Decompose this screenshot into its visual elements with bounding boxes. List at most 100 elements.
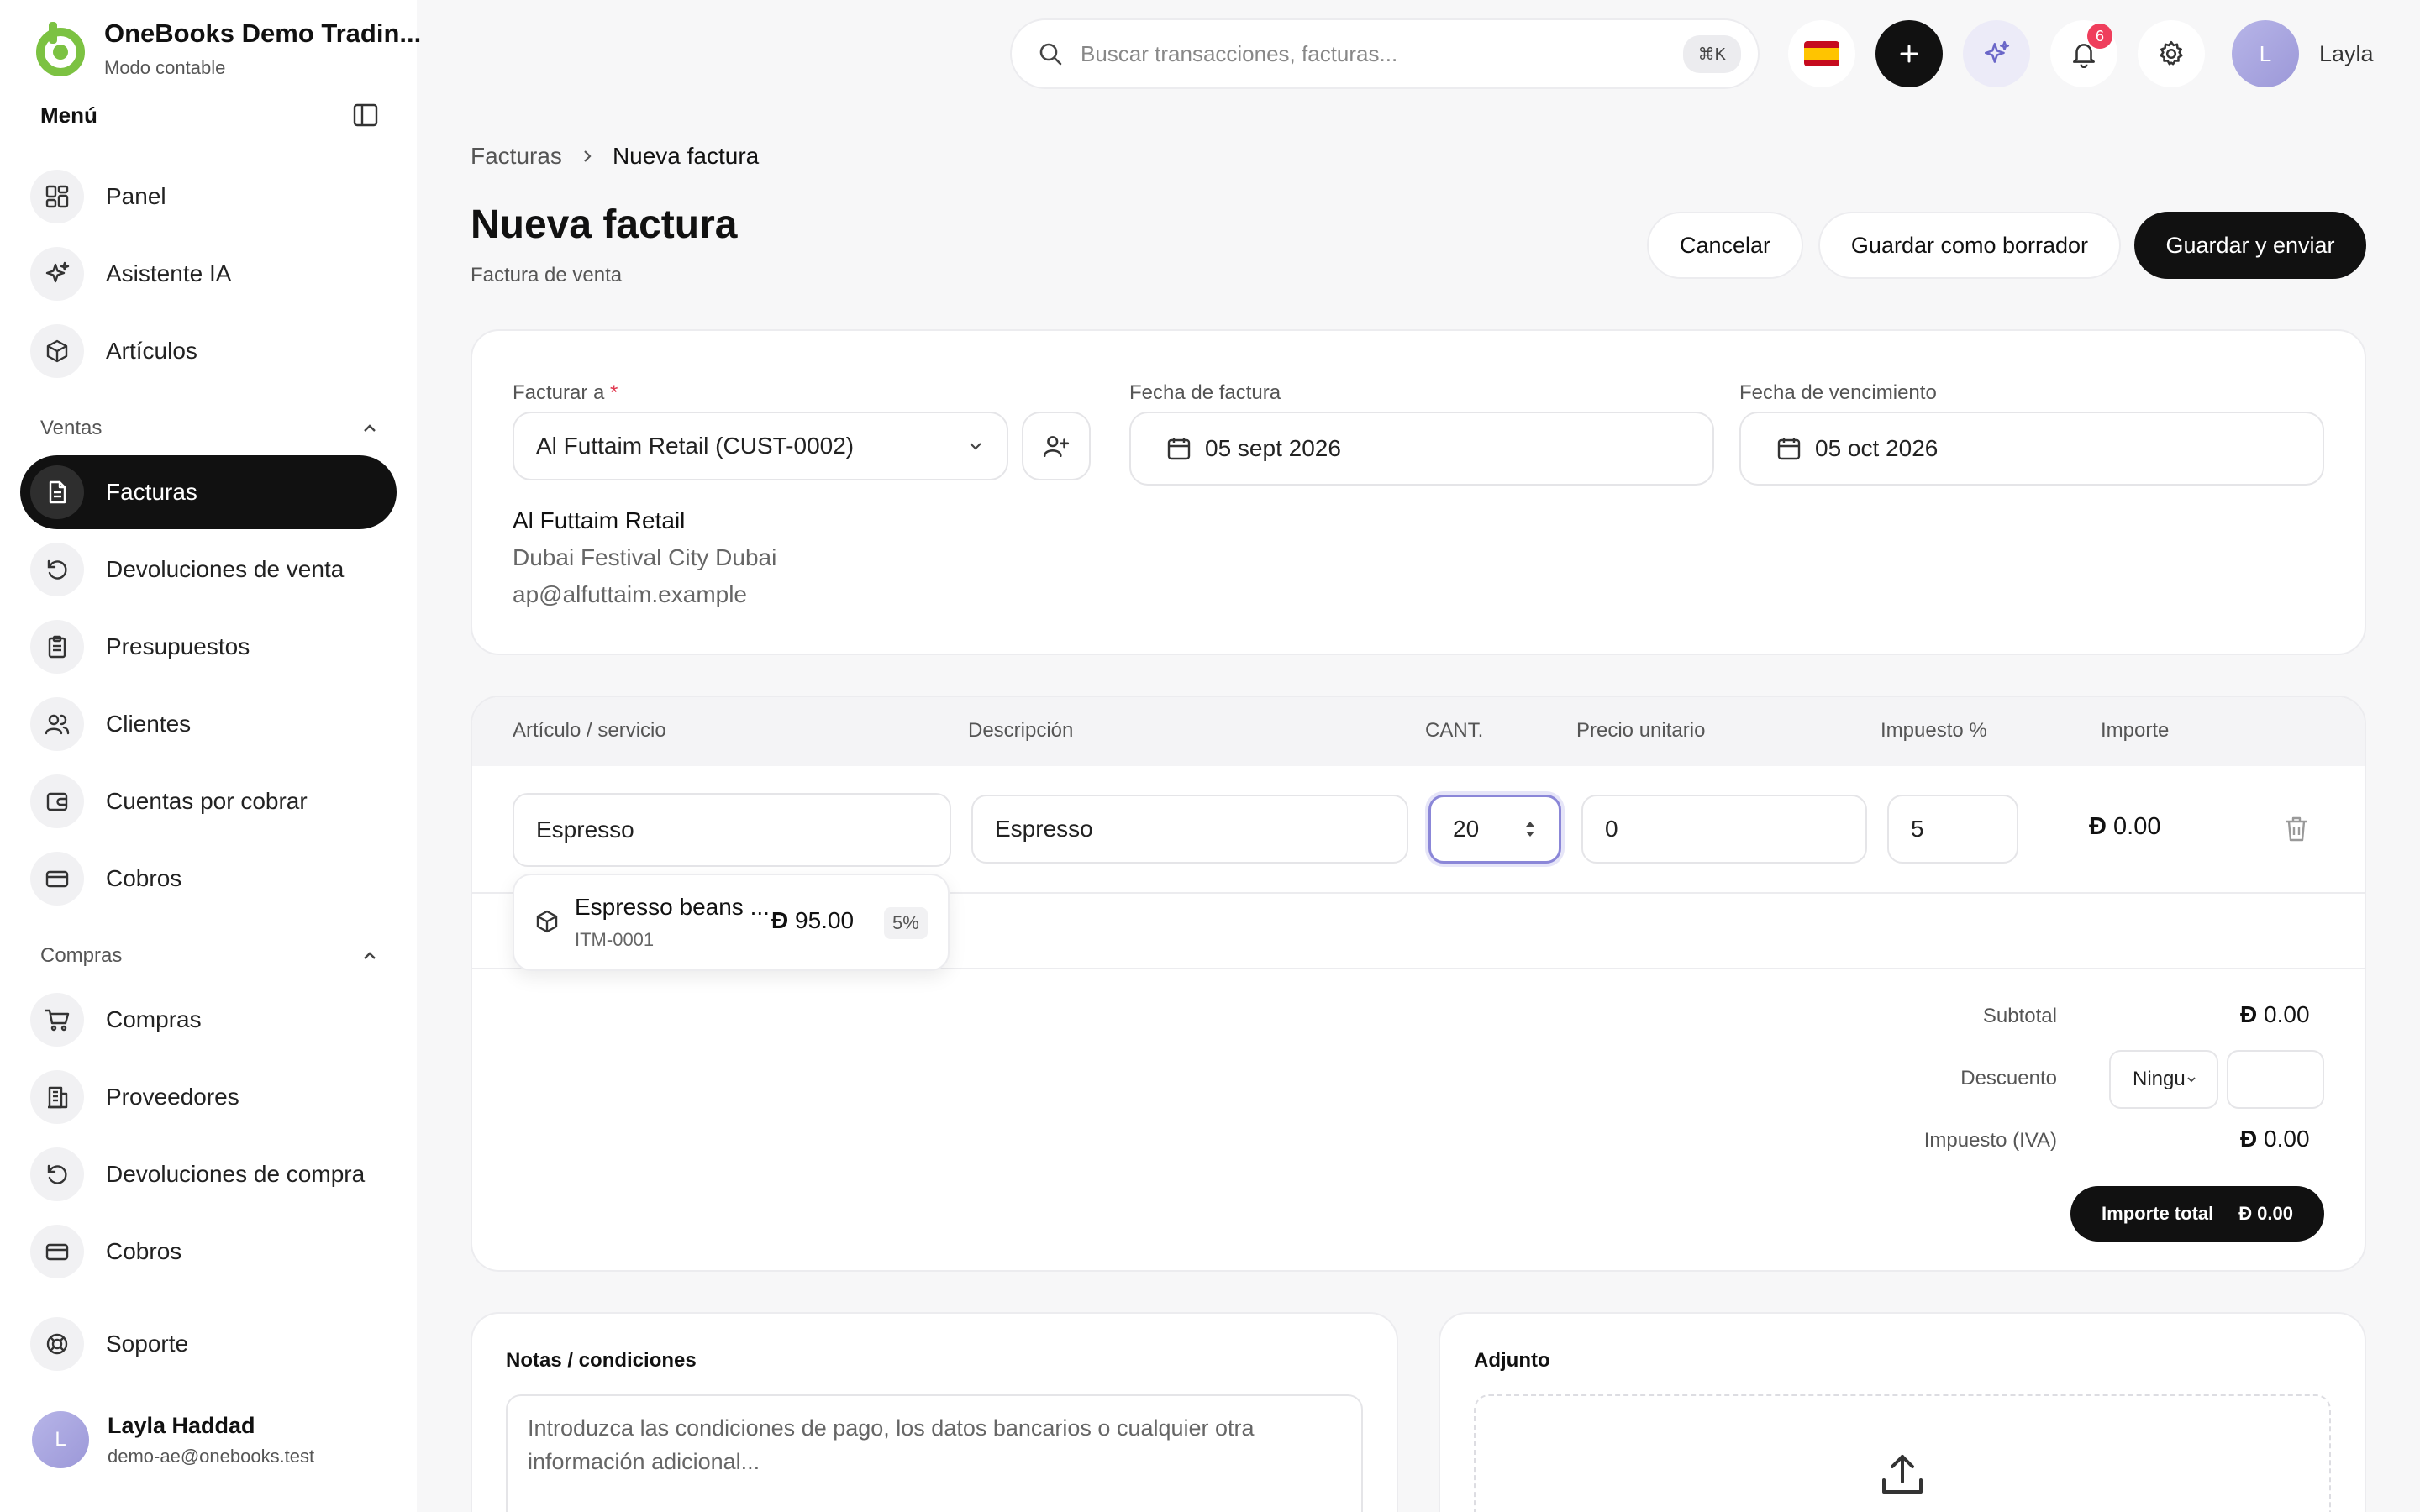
customer-email: ap@alfuttaim.example (513, 581, 748, 607)
customer-select[interactable]: Al Futtaim Retail (CUST-0002) (513, 412, 1008, 480)
trash-icon[interactable] (2284, 815, 2309, 843)
sidebar-item-label: Asistente IA (106, 260, 232, 286)
page-title: Nueva factura (471, 202, 738, 247)
column-header-tax: Impuesto % (1881, 719, 1987, 742)
upload-icon (1882, 1455, 1923, 1494)
topbar-user-name: Layla (2319, 40, 2374, 66)
sidebar-section-compras[interactable]: Compras (40, 944, 122, 968)
search-icon (1039, 43, 1062, 66)
breadcrumb-parent[interactable]: Facturas (471, 143, 562, 170)
gear-icon (2160, 40, 2183, 66)
sidebar-item-cobros-compra[interactable]: Cobros (20, 1215, 397, 1289)
add-customer-button[interactable] (1022, 412, 1091, 480)
sidebar-item-compras[interactable]: Compras (20, 983, 397, 1057)
description-input[interactable]: Espresso (971, 795, 1408, 864)
sidebar-item-cuentas-por-cobrar[interactable]: Cuentas por cobrar (20, 764, 397, 838)
line-amount: Đ 0.00 (2089, 813, 2160, 841)
due-date-field[interactable]: 05 oct 2026 (1739, 412, 2324, 486)
menu-label: Menú (40, 102, 97, 128)
save-send-button[interactable]: Guardar y enviar (2134, 212, 2366, 279)
cube-icon (30, 324, 84, 378)
suggestion-price: Đ 95.00 (771, 907, 854, 934)
notification-badge: 6 (2087, 24, 2112, 49)
quantity-stepper[interactable]: 20 (1428, 795, 1561, 864)
column-header-description: Descripción (968, 719, 1074, 742)
sidebar-item-label: Devoluciones de venta (106, 556, 345, 582)
search-bar[interactable]: Buscar transacciones, facturas... ⌘K (1010, 18, 1760, 89)
avatar: L (32, 1411, 89, 1468)
discount-type-select[interactable]: Ningu (2109, 1050, 2218, 1109)
sidebar-item-label: Panel (106, 183, 166, 209)
customer-address: Dubai Festival City Dubai (513, 544, 777, 570)
unit-price-input[interactable]: 0 (1581, 795, 1867, 864)
discount-value-input[interactable] (2227, 1050, 2324, 1109)
chevron-up-icon[interactable] (360, 946, 380, 966)
sidebar-item-label: Artículos (106, 338, 197, 364)
customer-name: Al Futtaim Retail (513, 507, 686, 533)
sidebar-collapse-icon[interactable] (353, 102, 378, 128)
total-amount: 0.00 (2257, 1203, 2293, 1224)
notifications-button[interactable]: 6 (2050, 20, 2118, 87)
column-header-unit-price: Precio unitario (1576, 719, 1706, 742)
sidebar-item-devoluciones-venta[interactable]: Devoluciones de venta (20, 533, 397, 606)
tax-input[interactable]: 5 (1887, 795, 2018, 864)
currency-symbol: Đ (2240, 1001, 2258, 1027)
sparkles-icon (1984, 40, 2010, 63)
avatar: L (2232, 20, 2299, 87)
invoice-date-field[interactable]: 05 sept 2026 (1129, 412, 1714, 486)
cancel-button[interactable]: Cancelar (1647, 212, 1803, 279)
sidebar-item-facturas[interactable]: Facturas (20, 455, 397, 529)
sidebar-item-panel[interactable]: Panel (20, 160, 397, 234)
sidebar-item-presupuestos[interactable]: Presupuestos (20, 610, 397, 684)
user-email: demo-ae@onebooks.test (108, 1445, 315, 1467)
search-input[interactable]: Buscar transacciones, facturas... (1081, 41, 1683, 67)
building-icon (30, 1070, 84, 1124)
currency-symbol: Đ (2089, 813, 2107, 840)
user-plus-icon (1043, 436, 1070, 457)
sidebar-item-cobros[interactable]: Cobros (20, 842, 397, 916)
brand[interactable]: OneBooks Demo Tradin... Modo contable (32, 18, 421, 79)
attachment-title: Adjunto (1474, 1349, 1550, 1372)
sidebar-item-devoluciones-compra[interactable]: Devoluciones de compra (20, 1137, 397, 1211)
language-button[interactable] (1788, 20, 1855, 87)
cart-icon (30, 993, 84, 1047)
sidebar-item-asistente-ia[interactable]: Asistente IA (20, 237, 397, 311)
sidebar-item-label: Presupuestos (106, 633, 250, 659)
stepper-arrows-icon[interactable] (1523, 817, 1537, 841)
clipboard-icon (30, 620, 84, 674)
sidebar-item-articulos[interactable]: Artículos (20, 314, 397, 388)
sidebar-item-label: Compras (106, 1006, 202, 1032)
notes-textarea[interactable]: Introduzca las condiciones de pago, los … (506, 1394, 1363, 1512)
ai-assistant-button[interactable] (1963, 20, 2030, 87)
brand-name: OneBooks Demo Tradin... (104, 18, 422, 48)
card-icon (30, 1225, 84, 1278)
brand-subtitle: Modo contable (104, 57, 226, 78)
topbar-user[interactable]: L Layla (2232, 20, 2374, 87)
suggestion-price-value: 95.00 (795, 907, 855, 933)
calendar-icon (1777, 438, 1801, 460)
sidebar-section-ventas[interactable]: Ventas (40, 417, 102, 440)
create-button[interactable] (1876, 20, 1943, 87)
sidebar-item-label: Clientes (106, 711, 192, 737)
invoice-details-card (471, 329, 2366, 655)
save-draft-button[interactable]: Guardar como borrador (1818, 212, 2121, 279)
calendar-icon (1167, 438, 1191, 460)
currency-symbol: Đ (2240, 1126, 2258, 1152)
sidebar-item-label: Cobros (106, 1238, 182, 1264)
sidebar-item-clientes[interactable]: Clientes (20, 687, 397, 761)
item-suggestion-dropdown: Espresso beans ... ITM-0001 Đ 95.00 5% (513, 874, 950, 971)
sidebar-item-soporte[interactable]: Soporte (20, 1307, 397, 1381)
total-label: Importe total (2102, 1203, 2214, 1224)
settings-button[interactable] (2138, 20, 2205, 87)
tax-label: Impuesto (IVA) (1923, 1129, 2057, 1152)
sidebar-user[interactable]: L Layla Haddad demo-ae@onebooks.test (32, 1411, 314, 1468)
wallet-icon (30, 774, 84, 828)
sidebar-item-proveedores[interactable]: Proveedores (20, 1060, 397, 1134)
notes-title: Notas / condiciones (506, 1349, 697, 1372)
item-input[interactable]: Espresso (513, 793, 951, 867)
card-icon (30, 852, 84, 906)
line-items-card (471, 696, 2366, 1272)
bill-to-label-text: Facturar a (513, 381, 605, 404)
chevron-down-icon (2187, 1077, 2196, 1083)
chevron-up-icon[interactable] (360, 418, 380, 438)
